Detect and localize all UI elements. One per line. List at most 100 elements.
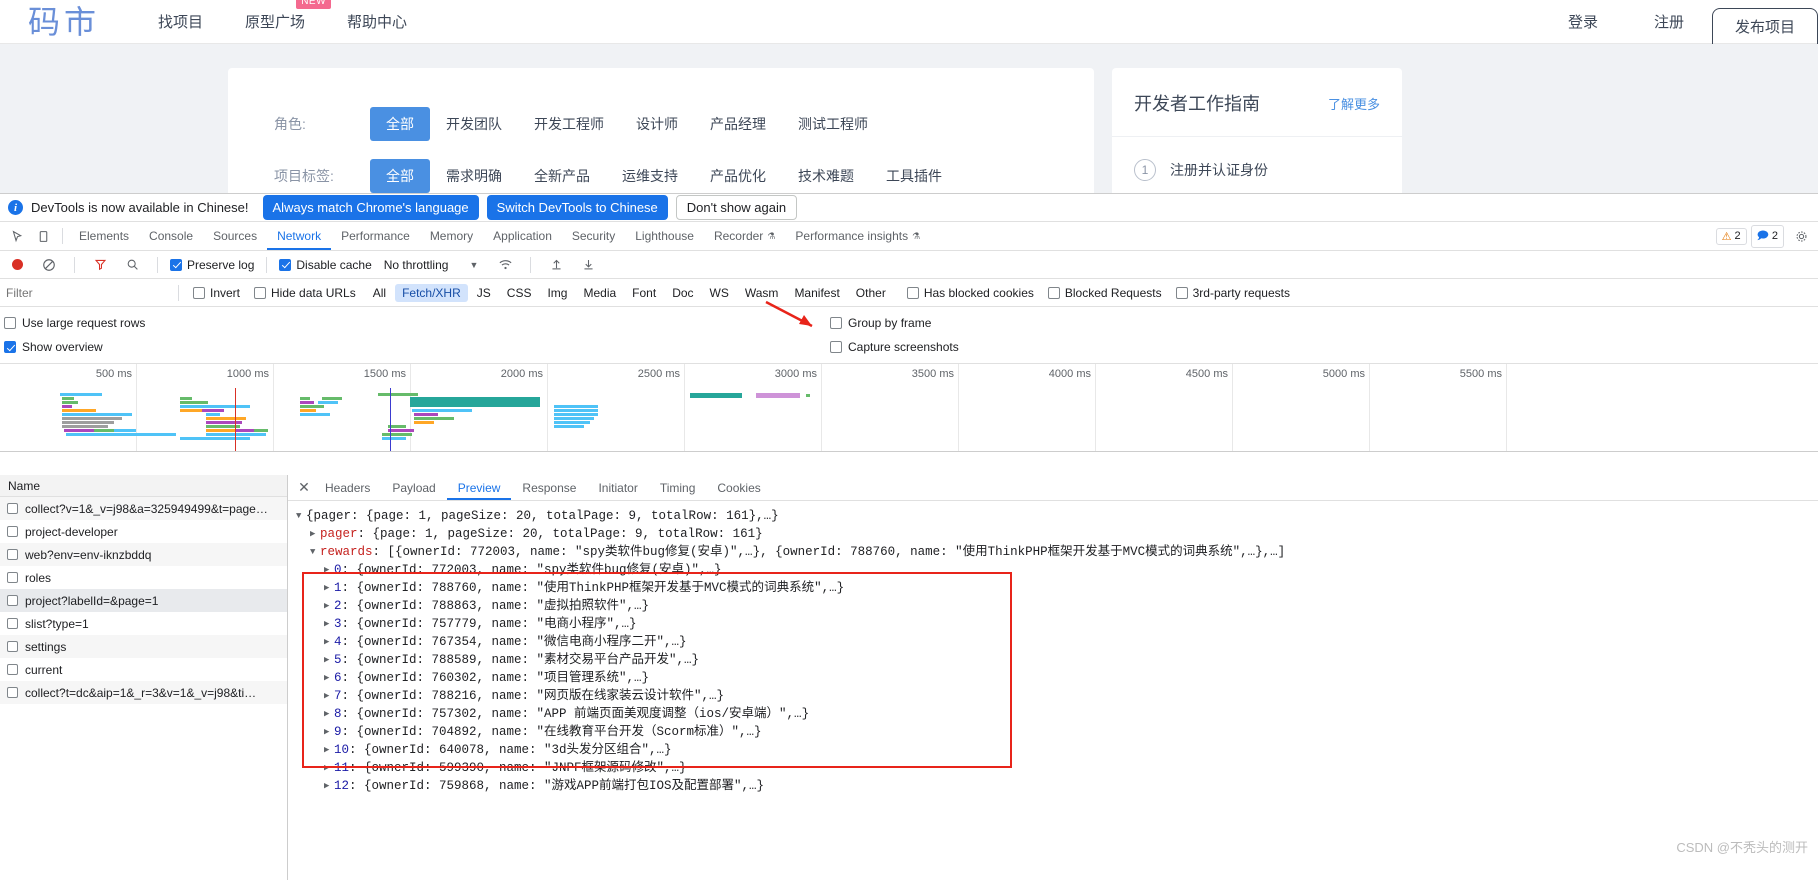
json-line[interactable]: ▶ 2: {ownerId: 788863, name: "虚拟拍照软件",…} bbox=[296, 597, 1818, 615]
filter-chip-tag-product-optimize[interactable]: 产品优化 bbox=[694, 159, 782, 193]
chevron-right-icon[interactable]: ▶ bbox=[324, 741, 334, 759]
preserve-log-checkbox[interactable] bbox=[170, 258, 182, 271]
large-rows-checkbox[interactable] bbox=[4, 317, 16, 329]
filter-chip-role-product-manager[interactable]: 产品经理 bbox=[694, 107, 782, 141]
group-by-frame-checkbox[interactable] bbox=[830, 317, 842, 329]
request-row-collect-page[interactable]: collect?v=1&_v=j98&a=325949499&t=page… bbox=[0, 497, 287, 520]
chevron-right-icon[interactable]: ▶ bbox=[324, 561, 334, 579]
tab-network[interactable]: Network bbox=[267, 222, 331, 250]
clear-icon[interactable] bbox=[36, 252, 62, 278]
filter-icon[interactable] bbox=[87, 252, 113, 278]
filter-chip-tag-clear-requirement[interactable]: 需求明确 bbox=[430, 159, 518, 193]
nav-item-prototype-plaza[interactable]: 原型广场 NEW bbox=[245, 0, 332, 32]
login-link[interactable]: 登录 bbox=[1540, 11, 1626, 32]
show-overview-toggle[interactable]: Show overview bbox=[0, 340, 830, 354]
detail-tab-preview[interactable]: Preview bbox=[447, 475, 512, 500]
request-row-settings[interactable]: settings bbox=[0, 635, 287, 658]
row-checkbox[interactable] bbox=[7, 664, 18, 675]
export-har-icon[interactable] bbox=[575, 252, 601, 278]
disable-cache-toggle[interactable]: Disable cache bbox=[279, 258, 372, 272]
blocked-requests-toggle[interactable]: Blocked Requests bbox=[1047, 286, 1162, 300]
detail-tab-headers[interactable]: Headers bbox=[314, 475, 381, 500]
filter-chip-tag-tech-problem[interactable]: 技术难题 bbox=[782, 159, 870, 193]
json-line[interactable]: ▶ 5: {ownerId: 788589, name: "素材交易平台产品开发"… bbox=[296, 651, 1818, 669]
chevron-right-icon[interactable]: ▶ bbox=[324, 777, 334, 795]
record-icon[interactable] bbox=[4, 252, 30, 278]
row-checkbox[interactable] bbox=[7, 503, 18, 514]
network-conditions-icon[interactable] bbox=[492, 252, 518, 278]
row-checkbox[interactable] bbox=[7, 549, 18, 560]
filter-chip-tag-new-product[interactable]: 全新产品 bbox=[518, 159, 606, 193]
filter-chip-tag-tool-plugin[interactable]: 工具插件 bbox=[870, 159, 958, 193]
request-row-collect-dc[interactable]: collect?t=dc&aip=1&_r=3&v=1&_v=j98&ti… bbox=[0, 681, 287, 704]
group-by-frame-toggle[interactable]: Group by frame bbox=[830, 316, 931, 330]
type-chip-img[interactable]: Img bbox=[540, 284, 574, 302]
always-match-language-button[interactable]: Always match Chrome's language bbox=[262, 195, 479, 220]
chevron-right-icon[interactable]: ▶ bbox=[324, 669, 334, 687]
chevron-right-icon[interactable]: ▶ bbox=[324, 759, 334, 777]
chevron-right-icon[interactable]: ▶ bbox=[324, 579, 334, 597]
guide-learn-more-link[interactable]: 了解更多 bbox=[1328, 94, 1380, 113]
third-party-requests-checkbox[interactable] bbox=[1175, 286, 1188, 299]
has-blocked-cookies-toggle[interactable]: Has blocked cookies bbox=[906, 286, 1034, 300]
filter-input[interactable] bbox=[0, 284, 170, 301]
settings-gear-icon[interactable] bbox=[1788, 223, 1814, 249]
type-chip-ws[interactable]: WS bbox=[703, 284, 736, 302]
tab-recorder[interactable]: Recorder ⚗ bbox=[704, 222, 785, 250]
json-line[interactable]: ▶ 9: {ownerId: 704892, name: "在线教育平台开发（Sc… bbox=[296, 723, 1818, 741]
import-har-icon[interactable] bbox=[543, 252, 569, 278]
filter-chip-role-designer[interactable]: 设计师 bbox=[620, 107, 694, 141]
chevron-right-icon[interactable]: ▶ bbox=[324, 633, 334, 651]
invert-checkbox[interactable] bbox=[193, 286, 205, 299]
filter-chip-role-all[interactable]: 全部 bbox=[370, 107, 430, 141]
filter-chip-role-dev-team[interactable]: 开发团队 bbox=[430, 107, 518, 141]
type-chip-js[interactable]: JS bbox=[470, 284, 498, 302]
type-chip-media[interactable]: Media bbox=[576, 284, 623, 302]
json-line[interactable]: ▶ 7: {ownerId: 788216, name: "网页版在线家装云设计软… bbox=[296, 687, 1818, 705]
chevron-right-icon[interactable]: ▶ bbox=[324, 597, 334, 615]
json-line[interactable]: ▶ 11: {ownerId: 599390, name: "JNPF框架源码修改… bbox=[296, 759, 1818, 777]
tab-performance-insights[interactable]: Performance insights ⚗ bbox=[785, 222, 930, 250]
chevron-right-icon[interactable]: ▶ bbox=[310, 525, 320, 543]
tab-application[interactable]: Application bbox=[483, 222, 562, 250]
capture-screenshots-toggle[interactable]: Capture screenshots bbox=[830, 340, 959, 354]
chevron-down-icon[interactable]: ▼ bbox=[310, 543, 320, 561]
row-checkbox[interactable] bbox=[7, 687, 18, 698]
chevron-right-icon[interactable]: ▶ bbox=[324, 705, 334, 723]
json-line[interactable]: ▼ {pager: {page: 1, pageSize: 20, totalPa… bbox=[296, 507, 1818, 525]
type-chip-other[interactable]: Other bbox=[849, 284, 893, 302]
register-link[interactable]: 注册 bbox=[1626, 11, 1712, 32]
detail-tab-payload[interactable]: Payload bbox=[381, 475, 446, 500]
type-chip-all[interactable]: All bbox=[366, 284, 393, 302]
warning-counter[interactable]: ⚠ 2 bbox=[1715, 227, 1747, 245]
hide-data-urls-toggle[interactable]: Hide data URLs bbox=[254, 286, 356, 300]
request-list[interactable]: Name collect?v=1&_v=j98&a=325949499&t=pa… bbox=[0, 475, 288, 880]
json-line[interactable]: ▶ 6: {ownerId: 760302, name: "项目管理系统",…} bbox=[296, 669, 1818, 687]
nav-item-help-center[interactable]: 帮助中心 bbox=[347, 11, 407, 32]
chevron-right-icon[interactable]: ▶ bbox=[324, 687, 334, 705]
network-overview-timeline[interactable]: 500 ms 1000 ms 1500 ms 2000 ms 2500 ms 3… bbox=[0, 364, 1818, 452]
filter-chip-role-dev-engineer[interactable]: 开发工程师 bbox=[518, 107, 620, 141]
json-line[interactable]: ▶ 12: {ownerId: 759868, name: "游戏APP前端打包I… bbox=[296, 777, 1818, 795]
dont-show-again-button[interactable]: Don't show again bbox=[675, 195, 798, 220]
throttling-select[interactable]: No throttling ▼ bbox=[384, 258, 479, 272]
tab-elements[interactable]: Elements bbox=[69, 222, 139, 250]
json-line[interactable]: ▶ pager: {page: 1, pageSize: 20, totalPag… bbox=[296, 525, 1818, 543]
chevron-right-icon[interactable]: ▶ bbox=[324, 615, 334, 633]
filter-chip-tag-ops-support[interactable]: 运维支持 bbox=[606, 159, 694, 193]
tab-console[interactable]: Console bbox=[139, 222, 203, 250]
json-line[interactable]: ▶ 1: {ownerId: 788760, name: "使用ThinkPHP框… bbox=[296, 579, 1818, 597]
request-row-project-developer[interactable]: project-developer bbox=[0, 520, 287, 543]
capture-screenshots-checkbox[interactable] bbox=[830, 341, 842, 353]
device-toolbar-icon[interactable] bbox=[30, 223, 56, 249]
filter-chip-role-test-engineer[interactable]: 测试工程师 bbox=[782, 107, 884, 141]
site-logo[interactable]: 码市 bbox=[28, 6, 100, 38]
large-rows-toggle[interactable]: Use large request rows bbox=[0, 316, 830, 330]
detail-tab-initiator[interactable]: Initiator bbox=[587, 475, 648, 500]
json-line[interactable]: ▶ 10: {ownerId: 640078, name: "3d头发分区组合",… bbox=[296, 741, 1818, 759]
json-line[interactable]: ▶ 8: {ownerId: 757302, name: "APP 前端页面美观度… bbox=[296, 705, 1818, 723]
detail-tab-cookies[interactable]: Cookies bbox=[706, 475, 771, 500]
nav-item-find-project[interactable]: 找项目 bbox=[158, 11, 203, 32]
third-party-requests-toggle[interactable]: 3rd-party requests bbox=[1175, 286, 1290, 300]
request-row-current[interactable]: current bbox=[0, 658, 287, 681]
